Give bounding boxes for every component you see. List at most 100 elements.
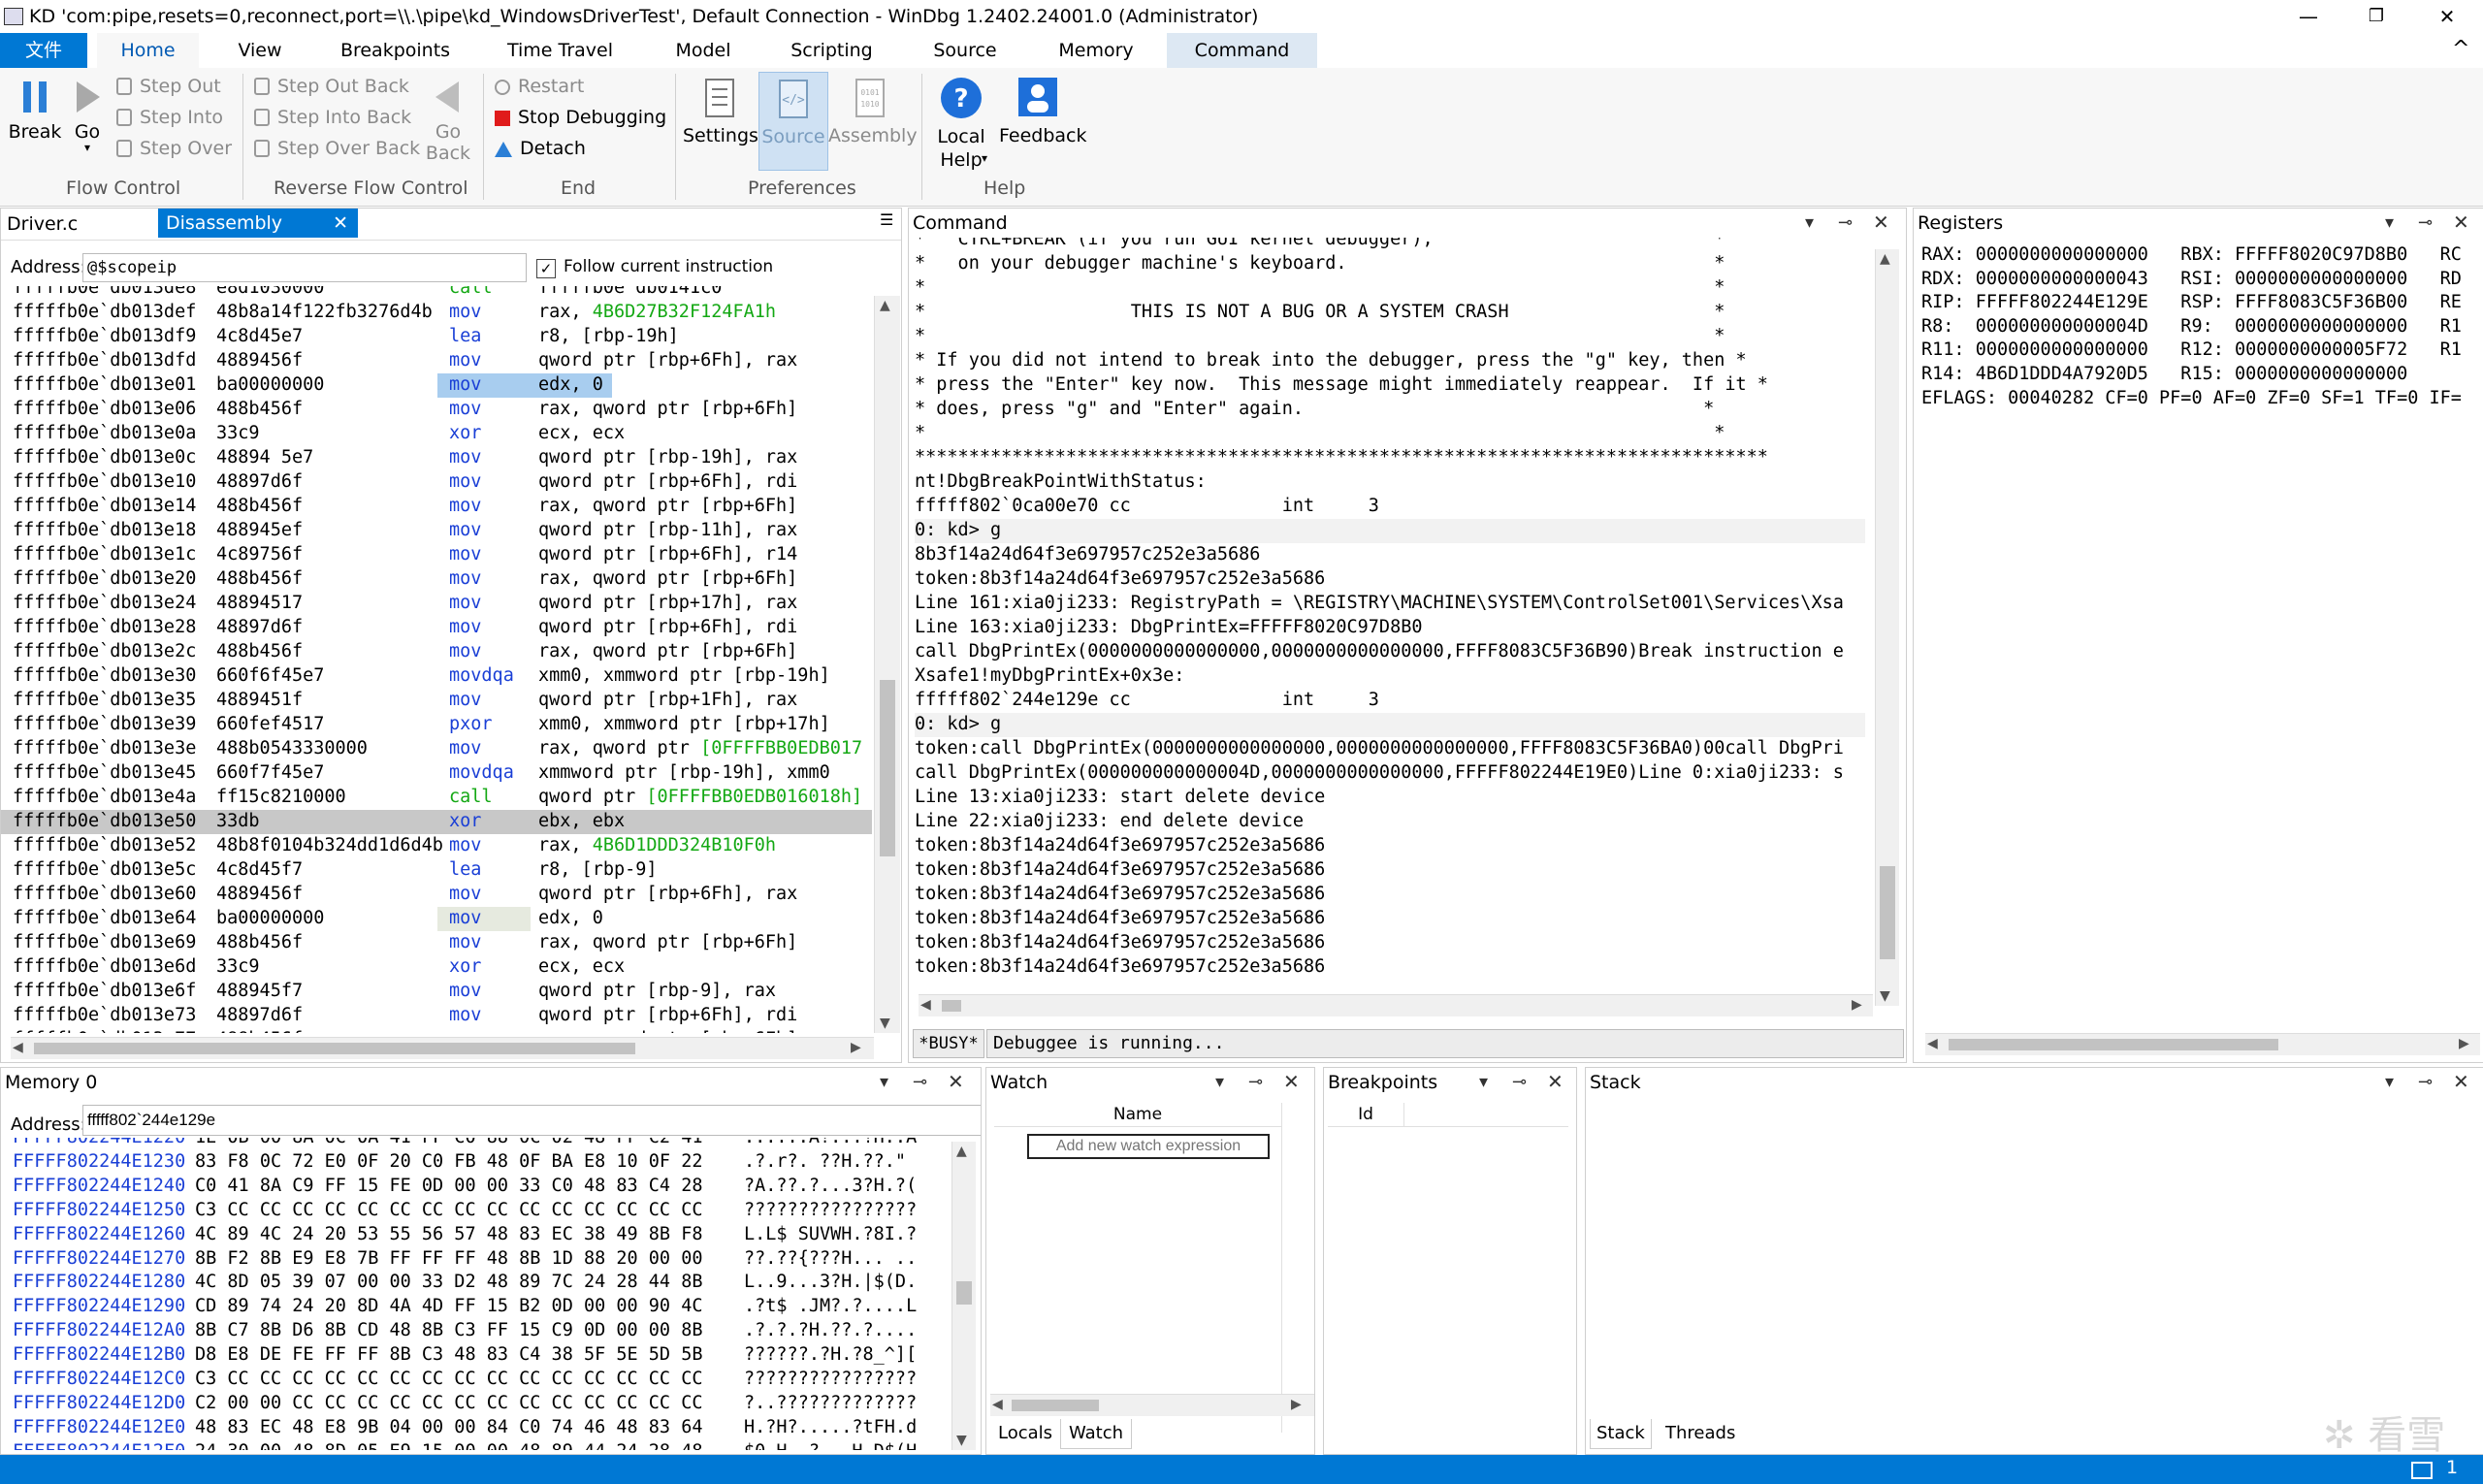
close-icon[interactable]: ✕ bbox=[2453, 210, 2469, 234]
command-output[interactable]: * CTRL+BREAK (if you run GUI kernel debu… bbox=[915, 238, 1885, 975]
scroll-down-icon[interactable]: ▼ bbox=[956, 1433, 967, 1448]
disasm-row[interactable]: fffffb0e`db013de8 e8d1030000 call fffffb0e`… bbox=[1, 286, 872, 301]
ribbon-collapse-icon[interactable]: ^ bbox=[2452, 37, 2469, 61]
chevron-down-icon[interactable]: ▾ bbox=[2385, 212, 2394, 233]
command-hscrollbar[interactable]: ◀ ▶ bbox=[919, 994, 1873, 1016]
close-icon[interactable]: ✕ bbox=[1547, 1070, 1564, 1093]
close-icon[interactable]: ✕ bbox=[948, 1070, 964, 1093]
disasm-row[interactable]: fffffb0e`db013e39 660fef4517 pxor xmm0, xmm… bbox=[1, 713, 872, 737]
scroll-right-icon[interactable]: ▶ bbox=[851, 1040, 861, 1055]
memory-row[interactable]: FFFFF802244E12B0 D8 E8 DE FE FF FF 8B C3 … bbox=[1, 1343, 948, 1368]
disasm-row[interactable]: fffffb0e`db013e6d 33c9 xor ecx, ecx bbox=[1, 955, 872, 980]
scroll-left-icon[interactable]: ◀ bbox=[920, 997, 931, 1013]
disasm-row[interactable]: fffffb0e`db013e4a ff15c8210000 call qword p… bbox=[1, 786, 872, 810]
close-icon[interactable]: ✕ bbox=[2453, 1070, 2469, 1093]
tab-threads[interactable]: Threads bbox=[1660, 1419, 1741, 1448]
disasm-row[interactable]: fffffb0e`db013e50 33db xor ebx, ebx bbox=[1, 810, 872, 834]
disasm-row[interactable]: fffffb0e`db013e2c 488b456f mov rax, qword p… bbox=[1, 640, 872, 664]
chevron-down-icon[interactable]: ▾ bbox=[2385, 1072, 2394, 1092]
chevron-down-icon[interactable]: ▾ bbox=[1479, 1072, 1488, 1092]
add-watch-input[interactable] bbox=[1027, 1134, 1270, 1159]
register-values[interactable]: RAX: 0000000000000000 RBX: FFFFF8020C97D… bbox=[1921, 243, 2482, 437]
tab-home[interactable]: Home bbox=[97, 33, 199, 68]
close-icon[interactable]: ✕ bbox=[1873, 210, 1889, 234]
pin-icon[interactable]: ⊸ bbox=[913, 1072, 927, 1092]
memory-row[interactable]: FFFFF802244E12E0 48 83 EC 48 E8 9B 04 00 … bbox=[1, 1416, 948, 1440]
disasm-row[interactable]: fffffb0e`db013e01 ba00000000 mov edx, 0 bbox=[1, 373, 872, 398]
memory-row[interactable]: FFFFF802244E12D0 C2 00 00 CC CC CC CC CC … bbox=[1, 1392, 948, 1416]
scroll-thumb[interactable] bbox=[34, 1043, 635, 1054]
disasm-row[interactable]: fffffb0e`db013e6f 488945f7 mov qword ptr [r… bbox=[1, 980, 872, 1004]
scroll-up-icon[interactable]: ▲ bbox=[956, 1144, 967, 1159]
command-input[interactable]: Debuggee is running... bbox=[986, 1029, 1904, 1058]
close-icon[interactable]: ✕ bbox=[1283, 1070, 1300, 1093]
memory-row[interactable]: FFFFF802244E1290 CD 89 74 24 20 8D 4A 4D … bbox=[1, 1295, 948, 1319]
feedback-button[interactable]: Feedback bbox=[999, 76, 1086, 146]
scroll-up-icon[interactable]: ▲ bbox=[1880, 251, 1890, 267]
registers-hscrollbar[interactable]: ◀ ▶ bbox=[1925, 1033, 2480, 1055]
disasm-row[interactable]: fffffb0e`db013df9 4c8d45e7 lea r8, [rbp-19h… bbox=[1, 325, 872, 349]
disasm-row[interactable]: fffffb0e`db013e73 48897d6f mov qword ptr [r… bbox=[1, 1004, 872, 1028]
watch-name-header[interactable]: Name bbox=[994, 1103, 1281, 1127]
disasm-row[interactable]: fffffb0e`db013e0c 48894 5e7 mov qword ptr [… bbox=[1, 446, 872, 470]
memory-row[interactable]: FFFFF802244E12F0 24 30 00 48 8D 05 E9 15 … bbox=[1, 1440, 948, 1450]
disasm-row[interactable]: fffffb0e`db013e20 488b456f mov rax, qword p… bbox=[1, 567, 872, 592]
disasm-row[interactable]: fffffb0e`db013e14 488b456f mov rax, qword p… bbox=[1, 495, 872, 519]
pin-icon[interactable]: ⊸ bbox=[1838, 212, 1853, 233]
disasm-row[interactable]: fffffb0e`db013e18 488945ef mov qword ptr [r… bbox=[1, 519, 872, 543]
restart-button[interactable]: Restart bbox=[495, 72, 584, 101]
address-input[interactable] bbox=[82, 253, 527, 282]
tab-locals[interactable]: Locals bbox=[994, 1419, 1056, 1448]
disassembly-hscrollbar[interactable]: ◀ ▶ bbox=[11, 1037, 874, 1059]
assembly-button[interactable]: 0101 1010 Assembly bbox=[828, 78, 918, 146]
tab-model[interactable]: Model bbox=[660, 33, 747, 68]
close-icon[interactable]: ✕ bbox=[333, 209, 348, 238]
scroll-left-icon[interactable]: ◀ bbox=[13, 1040, 23, 1055]
pane-menu-icon[interactable]: ☰ bbox=[880, 210, 893, 229]
tab-stack[interactable]: Stack bbox=[1590, 1419, 1652, 1449]
tab-file[interactable]: 文件 bbox=[0, 33, 87, 68]
settings-button[interactable]: Settings bbox=[683, 78, 758, 146]
disasm-row[interactable]: fffffb0e`db013e24 48894517 mov qword ptr [r… bbox=[1, 592, 872, 616]
pin-icon[interactable]: ⊸ bbox=[2418, 1072, 2433, 1092]
detach-button[interactable]: Detach bbox=[495, 134, 586, 163]
scroll-thumb[interactable] bbox=[1949, 1039, 2278, 1050]
disasm-row[interactable]: fffffb0e`db013e3e 488b0543330000 mov rax, q… bbox=[1, 737, 872, 761]
memory-row[interactable]: FFFFF802244E1250 C3 CC CC CC CC CC CC CC … bbox=[1, 1199, 948, 1223]
tab-disassembly[interactable]: Disassembly ✕ bbox=[158, 209, 358, 238]
tab-watch[interactable]: Watch bbox=[1060, 1419, 1133, 1449]
memory-address-input[interactable] bbox=[82, 1105, 981, 1136]
disasm-row[interactable]: fffffb0e`db013e35 4889451f mov qword ptr [r… bbox=[1, 689, 872, 713]
pin-icon[interactable]: ⊸ bbox=[2418, 212, 2433, 233]
disasm-row[interactable]: fffffb0e`db013e1c 4c89756f mov qword ptr [r… bbox=[1, 543, 872, 567]
disassembly-listing[interactable]: fffffb0e`db013de8 e8d1030000 call fffffb0e`… bbox=[1, 286, 872, 1033]
disasm-row[interactable]: fffffb0e`db013e69 488b456f mov rax, qword p… bbox=[1, 931, 872, 955]
scroll-down-icon[interactable]: ▼ bbox=[1880, 988, 1890, 1004]
disasm-row[interactable]: fffffb0e`db013e5c 4c8d45f7 lea r8, [rbp-9] bbox=[1, 858, 872, 883]
chevron-down-icon[interactable]: ▾ bbox=[880, 1072, 888, 1092]
memory-row[interactable]: FFFFF802244E12C0 C3 CC CC CC CC CC CC CC … bbox=[1, 1368, 948, 1392]
tab-command[interactable]: Command bbox=[1167, 33, 1317, 68]
scroll-thumb[interactable] bbox=[1012, 1400, 1099, 1411]
disasm-row[interactable]: fffffb0e`db013def 48b8a14f122fb3276d4b mov… bbox=[1, 301, 872, 325]
scroll-thumb[interactable] bbox=[942, 1000, 961, 1012]
close-button[interactable]: ✕ bbox=[2413, 0, 2481, 33]
disasm-row[interactable]: fffffb0e`db013e30 660f6f45e7 movdqa xmm0, x… bbox=[1, 664, 872, 689]
disassembly-vscrollbar[interactable]: ▲ ▼ bbox=[874, 296, 900, 1033]
step-out-back-button[interactable]: Step Out Back bbox=[254, 72, 409, 101]
memory-row[interactable]: FFFFF802244E12A0 8B C7 8B D6 8B CD 48 8B … bbox=[1, 1319, 948, 1343]
disasm-row[interactable]: fffffb0e`db013e77 488b456f mov rax, qword p… bbox=[1, 1028, 872, 1033]
memory-row[interactable]: FFFFF802244E1240 C0 41 8A C9 FF 15 FE 0D … bbox=[1, 1175, 948, 1199]
disasm-row[interactable]: fffffb0e`db013e06 488b456f mov rax, qword p… bbox=[1, 398, 872, 422]
tab-memory[interactable]: Memory bbox=[1048, 33, 1145, 68]
tab-time-travel[interactable]: Time Travel bbox=[495, 33, 626, 68]
maximize-button[interactable]: ❐ bbox=[2342, 0, 2410, 33]
memory-vscrollbar[interactable]: ▲ ▼ bbox=[951, 1142, 976, 1450]
memory-row[interactable]: FFFFF802244E1270 8B F2 8B E9 E8 7B FF FF … bbox=[1, 1247, 948, 1272]
scroll-thumb[interactable] bbox=[956, 1281, 972, 1305]
scroll-thumb[interactable] bbox=[880, 680, 895, 856]
command-vscrollbar[interactable]: ▲ ▼ bbox=[1875, 249, 1899, 1006]
disasm-row[interactable]: fffffb0e`db013e64 ba00000000 mov edx, 0 bbox=[1, 907, 872, 931]
scroll-right-icon[interactable]: ▶ bbox=[1291, 1397, 1302, 1412]
minimize-button[interactable]: — bbox=[2274, 0, 2342, 33]
